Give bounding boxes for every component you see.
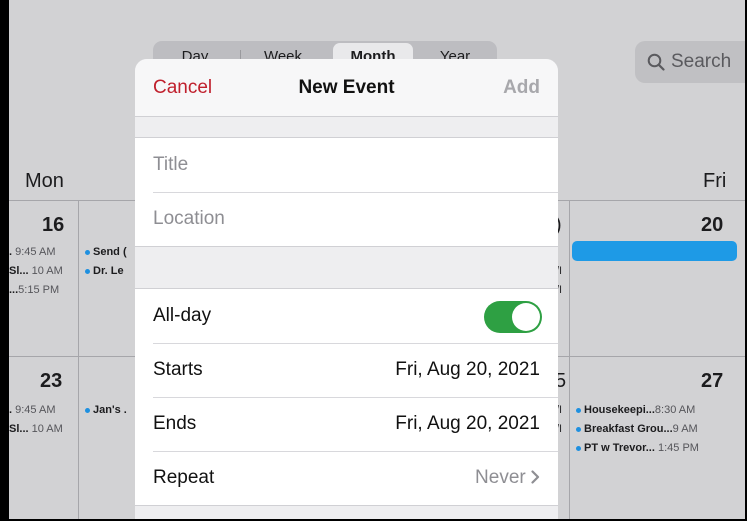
ends-value[interactable]: Fri, Aug 20, 2021: [395, 413, 540, 435]
allday-label: All-day: [153, 305, 212, 326]
allday-toggle[interactable]: [484, 301, 542, 333]
event-item[interactable]: Jan's .: [85, 404, 127, 416]
event-item[interactable]: Sl... 10 AM: [9, 423, 63, 435]
location-field[interactable]: Location: [135, 192, 558, 246]
starts-label: Starts: [153, 359, 203, 380]
event-item[interactable]: ...5:15 PM: [9, 284, 59, 296]
event-item[interactable]: Send (: [85, 246, 127, 258]
event-dot-icon: [85, 268, 90, 274]
event-dot-icon: [85, 407, 90, 413]
event-dot-icon: [576, 426, 581, 432]
event-item[interactable]: Breakfast Grou...9 AM: [576, 423, 698, 435]
date-mon-23[interactable]: 23: [40, 370, 62, 393]
repeat-label: Repeat: [153, 467, 215, 488]
add-button[interactable]: Add: [503, 77, 540, 99]
title-field[interactable]: Title: [135, 138, 558, 192]
event-dot-icon: [576, 445, 581, 451]
starts-row[interactable]: Starts Fri, Aug 20, 2021: [135, 343, 558, 397]
event-item[interactable]: Housekeepi...8:30 AM: [576, 404, 695, 416]
grid-line: [569, 200, 570, 519]
date-fri-27[interactable]: 27: [701, 370, 723, 393]
sheet-header: New Event Cancel Add: [135, 59, 558, 117]
starts-value[interactable]: Fri, Aug 20, 2021: [395, 359, 540, 381]
search-field[interactable]: Search: [635, 41, 745, 83]
day-header-mon: Mon: [25, 170, 64, 192]
title-location-group: Title Location: [135, 137, 558, 247]
toggle-knob: [512, 303, 540, 331]
ends-label: Ends: [153, 413, 197, 434]
allday-event-bar[interactable]: [572, 241, 737, 261]
search-placeholder: Search: [671, 51, 732, 72]
repeat-value[interactable]: Never: [475, 467, 540, 489]
calendar-window: Day Week Month Year Search Mon I Fri 16 …: [7, 0, 747, 521]
event-item[interactable]: PT w Trevor... 1:45 PM: [576, 442, 699, 454]
cancel-button[interactable]: Cancel: [153, 77, 212, 99]
event-dot-icon: [576, 407, 581, 413]
date-options-group: All-day Starts Fri, Aug 20, 2021 Ends Fr…: [135, 288, 558, 506]
search-icon: [647, 53, 665, 71]
ends-row[interactable]: Ends Fri, Aug 20, 2021: [135, 397, 558, 451]
event-item[interactable]: Sl... 10 AM: [9, 265, 63, 277]
event-item[interactable]: . 9:45 AM: [9, 404, 55, 416]
grid-line: [78, 200, 79, 519]
date-fri-20[interactable]: 20: [701, 214, 723, 237]
repeat-row[interactable]: Repeat Never: [135, 451, 558, 505]
new-event-sheet: New Event Cancel Add Title Location All-…: [135, 59, 558, 519]
event-item[interactable]: . 9:45 AM: [9, 246, 55, 258]
allday-row: All-day: [135, 289, 558, 343]
chevron-right-icon: [531, 470, 540, 484]
date-mon-16[interactable]: 16: [42, 214, 64, 237]
location-placeholder: Location: [153, 208, 225, 229]
event-dot-icon: [85, 249, 90, 255]
title-placeholder: Title: [153, 154, 189, 175]
day-header-fri: Fri: [703, 170, 727, 192]
event-item[interactable]: Dr. Le: [85, 265, 124, 277]
